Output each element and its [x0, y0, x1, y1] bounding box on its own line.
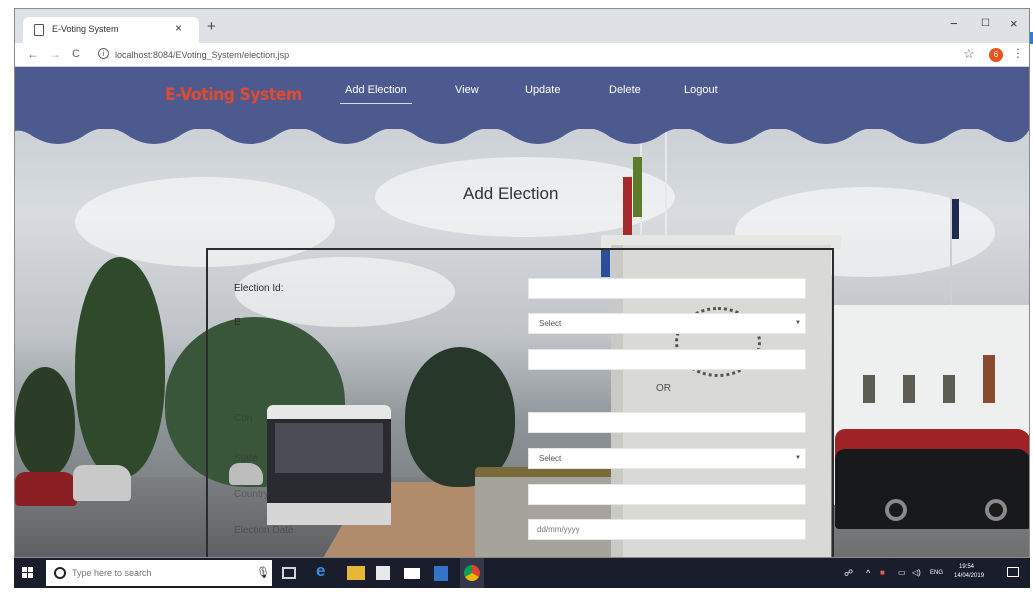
brand-logo[interactable]: E-Voting System	[165, 85, 302, 105]
election-date-label: Election Date	[234, 525, 294, 536]
notification-center-icon[interactable]	[1007, 567, 1019, 577]
active-nav-underline	[340, 103, 412, 104]
chevron-down-icon: ▼	[795, 320, 801, 326]
select-value: Select	[539, 454, 562, 463]
tray-app-icon[interactable]: ■	[880, 568, 885, 577]
microphone-icon[interactable]: 🎙	[256, 566, 270, 579]
country-label: Country	[234, 489, 270, 500]
document-icon	[34, 24, 44, 36]
chevron-down-icon: ▼	[795, 455, 801, 461]
taskbar-search-input[interactable]	[72, 565, 242, 581]
taskbar: 🎙 e ☍ ^ ■ ▭ ◁) ENG 19:54 14/04/2019	[14, 558, 1030, 588]
back-arrow-icon[interactable]: ←	[27, 47, 39, 61]
browser-window: E-Voting System × + − ☐ × ← → C i ☆ 6 ⋮	[14, 8, 1030, 558]
tree	[15, 367, 75, 477]
tab-close-icon[interactable]: ×	[175, 21, 182, 35]
chrome-icon	[464, 565, 480, 581]
clock-time[interactable]: 19:54	[959, 564, 974, 570]
nav-logout[interactable]: Logout	[684, 84, 718, 96]
or-separator: OR	[656, 383, 671, 394]
state-select[interactable]: Select ▼	[528, 448, 806, 469]
tree	[75, 257, 165, 477]
constituency-input[interactable]	[528, 412, 806, 433]
store-icon[interactable]	[376, 566, 390, 580]
car	[15, 472, 77, 506]
flag	[633, 157, 642, 217]
car	[73, 465, 131, 501]
election-id-input[interactable]	[528, 278, 806, 299]
maximize-button[interactable]: ☐	[981, 18, 990, 29]
close-button[interactable]: ×	[1010, 16, 1018, 31]
task-view-icon[interactable]	[282, 567, 296, 579]
flag	[623, 177, 632, 237]
select-value: Select	[539, 319, 562, 328]
language-indicator[interactable]: ENG	[930, 570, 943, 576]
new-tab-button[interactable]: +	[207, 18, 216, 35]
country-input[interactable]	[528, 484, 806, 505]
volume-icon[interactable]: ◁)	[912, 568, 921, 577]
battery-icon[interactable]: ▭	[898, 568, 906, 577]
address-bar: ← → C i ☆ 6 ⋮	[15, 43, 1029, 67]
page-viewport: E-Voting System Add Election View Update…	[15, 67, 1029, 557]
taskbar-search[interactable]: 🎙	[46, 560, 272, 586]
info-icon[interactable]: i	[98, 48, 109, 59]
page-title: Add Election	[463, 184, 559, 203]
nav-update[interactable]: Update	[525, 84, 560, 96]
forward-arrow-icon[interactable]: →	[49, 47, 61, 61]
tray-chevron-icon[interactable]: ^	[866, 568, 870, 578]
profile-avatar[interactable]: 6	[989, 48, 1003, 62]
nav-delete[interactable]: Delete	[609, 84, 641, 96]
election-date-input[interactable]	[528, 519, 806, 540]
clock-date[interactable]: 14/04/2019	[954, 573, 984, 579]
browser-tab[interactable]: E-Voting System ×	[23, 17, 199, 43]
nav-add-election[interactable]: Add Election	[345, 84, 407, 96]
header-wave-border	[15, 117, 1029, 144]
bookmark-star-icon[interactable]: ☆	[963, 46, 975, 62]
nav-view[interactable]: View	[455, 84, 479, 96]
constituency-label: Con	[234, 413, 253, 424]
app-cube-icon[interactable]	[434, 566, 448, 581]
file-explorer-icon[interactable]	[347, 566, 365, 580]
flag	[952, 199, 959, 239]
cortana-icon	[54, 567, 66, 579]
url-input[interactable]	[115, 47, 415, 63]
menu-kebab-icon[interactable]: ⋮	[1012, 46, 1024, 60]
chrome-taskbar-button[interactable]	[460, 558, 484, 588]
tab-title: E-Voting System	[52, 24, 119, 34]
election-type-label: E	[234, 317, 241, 328]
election-type-select[interactable]: Select ▼	[528, 313, 806, 334]
election-name-input[interactable]	[528, 349, 806, 370]
state-label: State	[234, 453, 258, 464]
tab-bar: E-Voting System × + − ☐ ×	[15, 9, 1029, 43]
reload-icon[interactable]: C	[72, 48, 80, 60]
mail-icon[interactable]	[404, 568, 420, 579]
edge-browser-icon[interactable]: e	[316, 561, 334, 580]
minimize-button[interactable]: −	[950, 16, 958, 31]
people-icon[interactable]: ☍	[844, 568, 853, 579]
election-id-label: Election Id:	[234, 283, 284, 294]
car	[835, 449, 1029, 529]
windows-start-icon[interactable]	[22, 567, 34, 579]
